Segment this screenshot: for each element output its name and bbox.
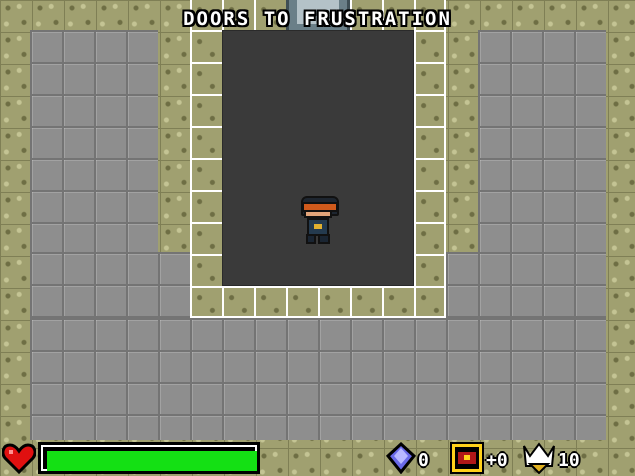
health-bar-fill <box>47 451 257 471</box>
hud-bar: 0 +0 10 <box>0 440 635 476</box>
gem-icon <box>385 441 417 476</box>
player-leg-right <box>318 234 330 244</box>
chest-counter: +0 <box>450 442 520 474</box>
floor-left-lower <box>30 252 190 322</box>
floor-left <box>30 30 158 252</box>
player-character[interactable] <box>298 196 339 246</box>
game-screen: DOORS TO FRUSTRATION 0 +0 10 <box>0 0 635 476</box>
chest-icon <box>450 442 484 476</box>
player-belt <box>314 224 322 229</box>
crown-counter: 10 <box>522 442 602 476</box>
room-floor <box>222 30 414 286</box>
floor-bottom <box>30 318 606 440</box>
heart-icon <box>1 442 37 475</box>
gem-count: 0 <box>418 450 429 471</box>
player-leg-left <box>306 234 316 244</box>
crown-icon <box>522 442 556 476</box>
gem-counter: 0 <box>384 441 436 476</box>
crown-count: 10 <box>558 450 580 471</box>
health-bar <box>38 442 260 474</box>
level-title: DOORS TO FRUSTRATION <box>183 8 452 30</box>
floor-right <box>478 30 606 252</box>
player-goggles <box>302 202 338 212</box>
floor-right-lower <box>446 252 606 322</box>
chest-count: +0 <box>486 450 508 471</box>
